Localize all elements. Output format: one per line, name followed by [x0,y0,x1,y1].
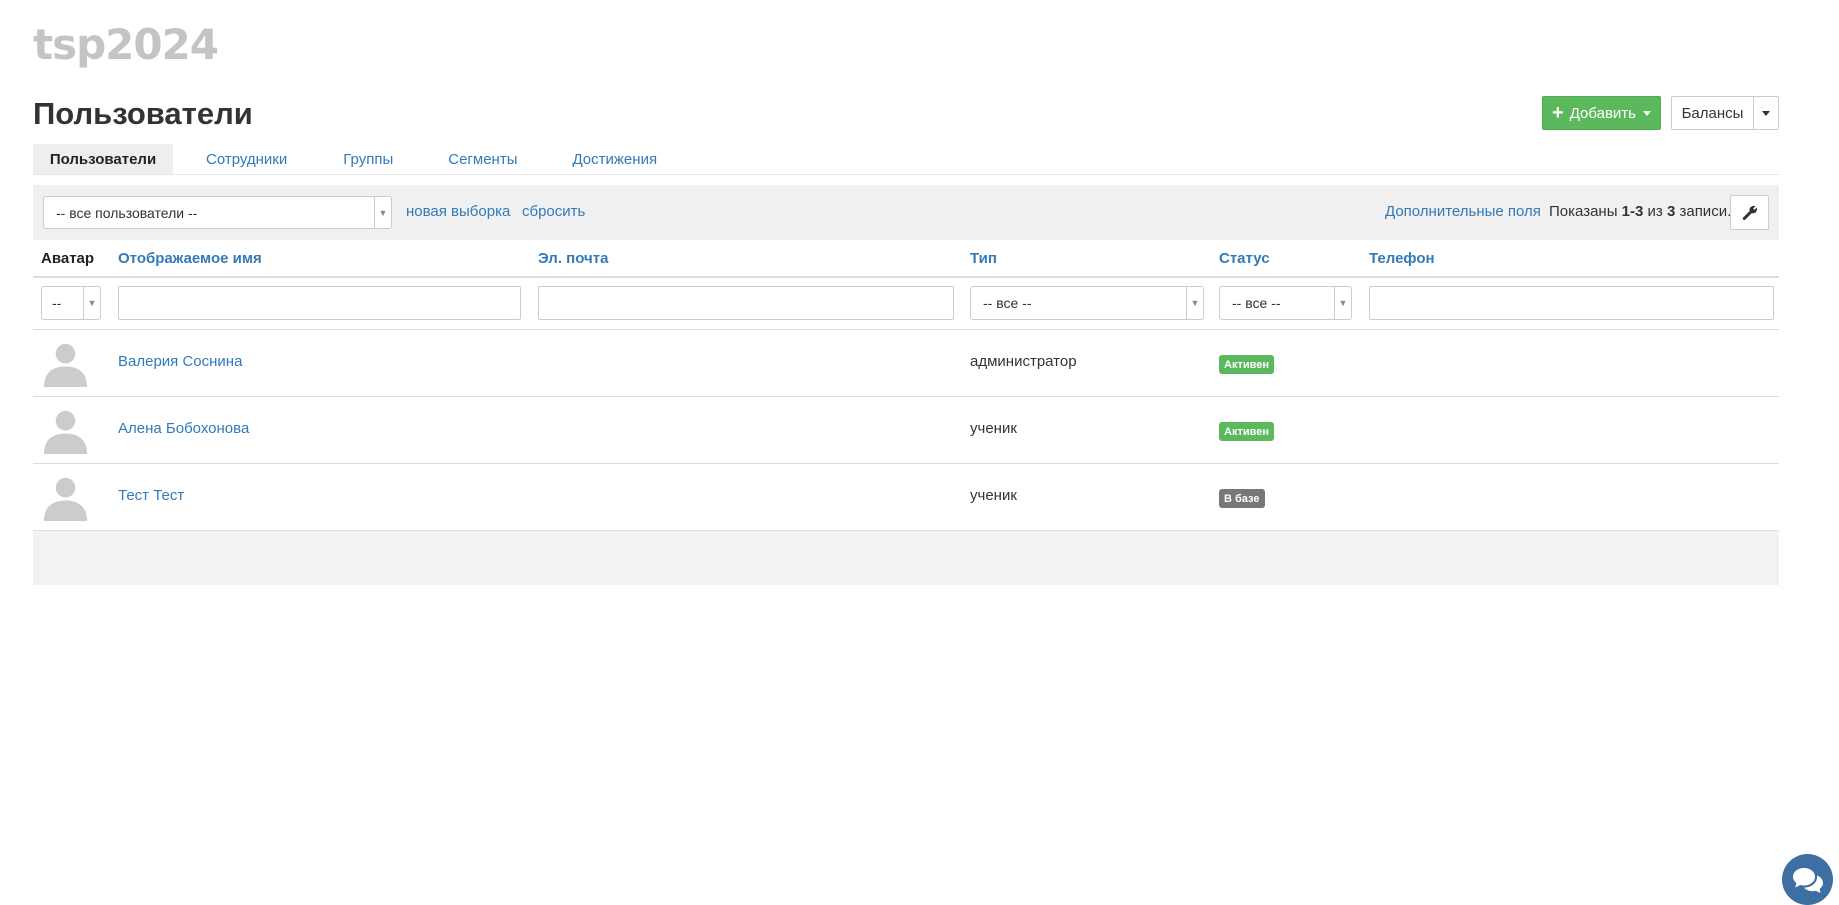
user-type: ученик [970,487,1017,504]
chevron-down-icon: ▼ [374,197,391,228]
tab-segments[interactable]: Сегменты [413,144,537,174]
user-selection-value: -- все пользователи -- [56,204,198,221]
avatar-filter-value: -- [52,295,62,311]
table-row: Алена Бобохонова ученик Активен [33,397,1779,464]
column-header-status[interactable]: Статус [1219,250,1270,267]
status-badge: Активен [1219,355,1274,374]
column-header-display-name[interactable]: Отображаемое имя [118,250,262,267]
table-header: Аватар Отображаемое имя Эл. почта Тип Ст… [33,240,1779,278]
status-badge: Активен [1219,422,1274,441]
type-filter-select[interactable]: -- все -- ▼ [970,286,1204,320]
records-count: Показаны 1-3 из 3 записи. [1549,203,1731,220]
column-header-phone[interactable]: Телефон [1369,250,1435,267]
table-row: Валерия Соснина администратор Активен [33,330,1779,397]
user-name-link[interactable]: Алена Бобохонова [118,420,249,437]
extra-fields-link[interactable]: Дополнительные поля [1385,203,1541,220]
column-header-email[interactable]: Эл. почта [538,250,608,267]
wrench-icon [1742,205,1757,220]
user-silhouette-icon [43,343,88,387]
status-filter-value: -- все -- [1232,295,1281,311]
column-header-avatar: Аватар [41,250,95,267]
records-count-prefix: Показаны [1549,203,1618,220]
column-header-type[interactable]: Тип [970,250,997,267]
filter-row: -- ▼ -- все -- ▼ -- все -- ▼ [33,278,1779,330]
reset-link[interactable]: сбросить [522,203,585,220]
user-type: ученик [970,420,1017,437]
tab-achievements[interactable]: Достижения [537,144,677,174]
user-silhouette-icon [43,410,88,454]
tab-bar: Пользователи Сотрудники Группы Сегменты … [33,144,1779,175]
table-settings-button[interactable] [1730,195,1769,230]
tab-employees[interactable]: Сотрудники [187,144,307,174]
chevron-down-icon: ▼ [83,287,100,319]
plus-icon: + [1552,102,1564,124]
records-count-suffix: записи. [1679,203,1732,220]
records-count-range: 1-3 [1621,203,1644,220]
email-filter-input[interactable] [538,286,954,320]
chevron-down-icon: ▼ [1334,287,1351,319]
table-footer [33,531,1779,585]
chevron-down-icon: ▼ [1186,287,1203,319]
status-filter-select[interactable]: -- все -- ▼ [1219,286,1352,320]
user-type: администратор [970,353,1077,370]
balances-dropdown-toggle[interactable] [1754,96,1779,130]
balances-button[interactable]: Балансы [1671,96,1754,130]
user-name-link[interactable]: Тест Тест [118,487,184,504]
tab-users[interactable]: Пользователи [33,144,173,174]
phone-filter-input[interactable] [1369,286,1774,320]
records-count-middle: из [1647,203,1663,220]
user-selection-select[interactable]: -- все пользователи -- ▼ [43,196,392,229]
app-logo[interactable]: tsp2024 [33,20,219,69]
type-filter-value: -- все -- [983,295,1032,311]
new-selection-link[interactable]: новая выборка [406,203,510,220]
add-button-label: Добавить [1569,104,1636,122]
chat-button[interactable] [1782,854,1833,905]
user-silhouette-icon [43,477,88,521]
tab-groups[interactable]: Группы [307,144,413,174]
chevron-down-icon [1762,110,1770,116]
balances-button-group: Балансы [1671,96,1779,130]
filter-bar: -- все пользователи -- ▼ новая выборка с… [33,185,1779,240]
page-title: Пользователи [33,96,253,131]
records-count-total: 3 [1666,203,1676,220]
add-button[interactable]: + Добавить [1542,96,1661,130]
chevron-down-icon [1642,110,1651,116]
table-row: Тест Тест ученик В базе [33,464,1779,531]
avatar-filter-select[interactable]: -- ▼ [41,286,101,320]
user-name-link[interactable]: Валерия Соснина [118,353,242,370]
display-name-filter-input[interactable] [118,286,521,320]
users-table: Аватар Отображаемое имя Эл. почта Тип Ст… [33,240,1779,531]
status-badge: В базе [1219,489,1265,508]
chat-bubbles-icon [1792,867,1823,893]
